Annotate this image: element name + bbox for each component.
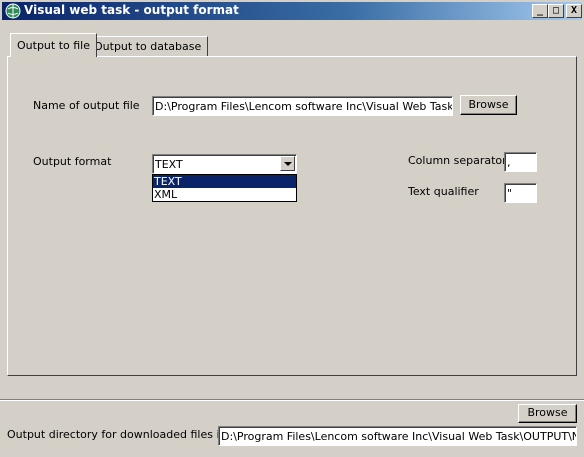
text-qualifier-input[interactable]: " <box>504 183 537 203</box>
output-file-label: Name of output file <box>33 99 140 112</box>
tab-output-to-database[interactable]: Output to database <box>87 36 209 56</box>
output-format-select[interactable]: TEXT <box>152 154 297 174</box>
browse-output-file-button[interactable]: Browse <box>460 95 517 115</box>
output-file-input[interactable]: D:\Program Files\Lencom software Inc\Vis… <box>152 96 453 116</box>
output-format-option-text[interactable]: TEXT <box>153 175 296 188</box>
output-directory-label: Output directory for downloaded files if… <box>7 428 248 441</box>
output-format-selected-value: TEXT <box>155 158 183 171</box>
minimize-button[interactable]: _ <box>532 4 548 18</box>
output-format-option-xml[interactable]: XML <box>153 188 296 201</box>
maximize-button[interactable]: □ <box>548 4 564 18</box>
chevron-down-icon[interactable] <box>280 156 295 171</box>
title-bar[interactable]: Visual web task - output format _ □ X <box>2 2 582 20</box>
footer-separator <box>0 399 584 401</box>
tab-label: Output to database <box>94 40 202 53</box>
column-separator-input[interactable]: , <box>504 152 537 172</box>
tab-label: Output to file <box>17 39 90 52</box>
output-directory-input[interactable]: D:\Program Files\Lencom software Inc\Vis… <box>218 426 577 446</box>
tab-output-to-file[interactable]: Output to file <box>10 33 97 57</box>
output-format-dropdown-list: TEXT XML <box>152 174 297 202</box>
text-qualifier-label: Text qualifier <box>408 185 479 198</box>
column-separator-label: Column separator <box>408 154 507 167</box>
close-button[interactable]: X <box>566 4 582 18</box>
output-format-label: Output format <box>33 155 112 168</box>
browse-output-directory-button[interactable]: Browse <box>518 404 577 423</box>
window-title: Visual web task - output format <box>24 3 239 17</box>
output-format-window: Visual web task - output format _ □ X Ou… <box>0 0 584 457</box>
globe-app-icon <box>5 3 21 19</box>
